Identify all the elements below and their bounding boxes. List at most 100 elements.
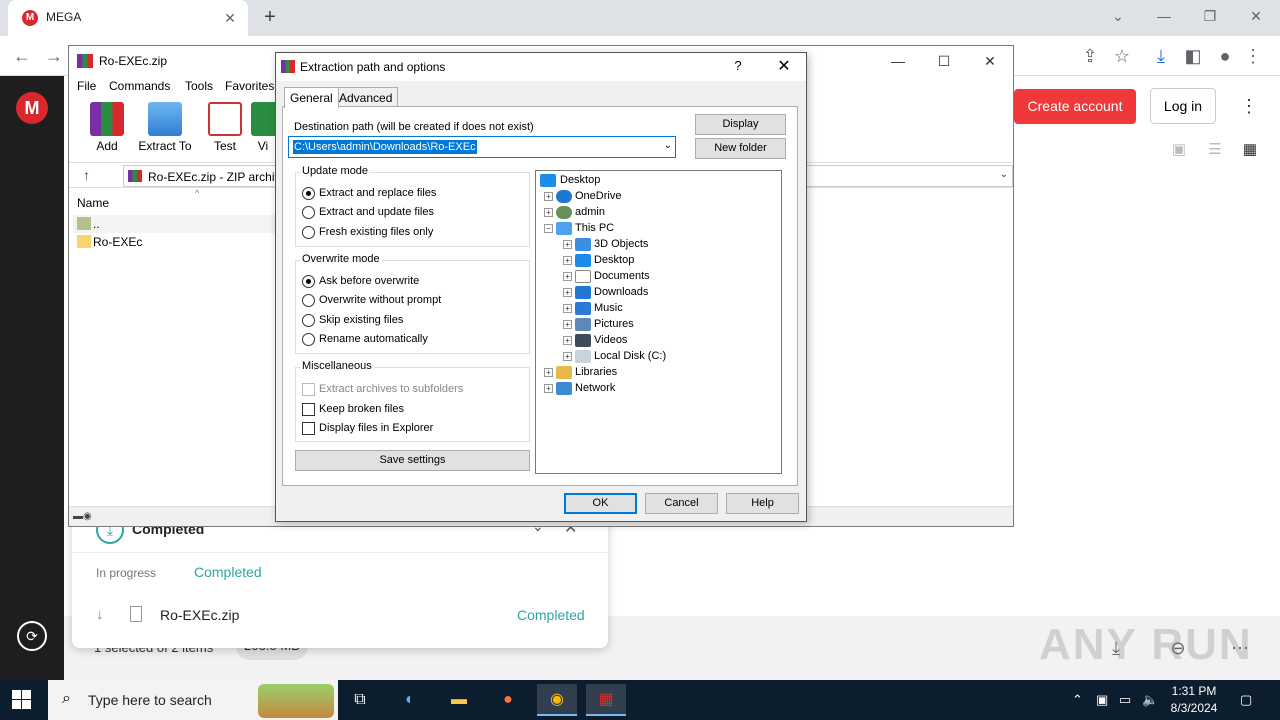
destination-path-value: C:\Users\admin\Downloads\Ro-EXEc bbox=[293, 140, 477, 154]
create-account-button[interactable]: Create account bbox=[1014, 89, 1136, 124]
forward-icon[interactable]: → bbox=[42, 44, 66, 68]
save-settings-button[interactable]: Save settings bbox=[295, 450, 530, 471]
windows-logo-icon bbox=[12, 690, 21, 699]
side-panel-icon[interactable]: ◧ bbox=[1181, 44, 1205, 68]
menu-commands[interactable]: Commands bbox=[109, 79, 170, 93]
up-arrow-icon[interactable]: ↑ bbox=[83, 167, 90, 183]
update-mode-title: Update mode bbox=[300, 165, 371, 177]
chevron-down-icon[interactable]: ⌄ bbox=[664, 140, 672, 151]
destination-path-input[interactable]: C:\Users\admin\Downloads\Ro-EXEc ⌄ bbox=[288, 136, 676, 158]
option-label: Fresh existing files only bbox=[319, 226, 434, 238]
mega-logo[interactable]: M bbox=[16, 92, 48, 124]
tray-network-icon[interactable]: ▣ bbox=[1096, 692, 1108, 708]
expand-icon[interactable]: + bbox=[544, 208, 553, 217]
file-row-folder[interactable]: Ro-EXEc bbox=[73, 233, 279, 251]
expand-icon[interactable]: + bbox=[563, 320, 572, 329]
folder-tree[interactable]: Desktop + OneDrive + admin − This PC + 3… bbox=[535, 170, 782, 474]
extract-to-button[interactable]: Extract To bbox=[135, 98, 195, 158]
tray-display-icon[interactable]: ▭ bbox=[1119, 692, 1131, 708]
tab-advanced[interactable]: Advanced bbox=[333, 87, 399, 107]
expand-icon[interactable]: + bbox=[544, 384, 553, 393]
tray-chevron-icon[interactable]: ⌃ bbox=[1072, 692, 1083, 708]
edge-icon[interactable]: ◐ bbox=[390, 684, 430, 716]
dialog-title: Extraction path and options bbox=[300, 60, 446, 74]
expand-icon[interactable]: + bbox=[563, 304, 572, 313]
restore-icon[interactable]: ❐ bbox=[1196, 4, 1224, 28]
menu-icon[interactable]: ⋮ bbox=[1241, 44, 1265, 68]
test-button[interactable]: Test bbox=[195, 98, 255, 158]
footer-download-icon[interactable]: ⤓ bbox=[1102, 634, 1130, 662]
taskbar-search[interactable]: ⌕ Type here to search bbox=[48, 680, 338, 720]
expand-icon[interactable]: + bbox=[563, 256, 572, 265]
cancel-button[interactable]: Cancel bbox=[645, 493, 718, 514]
minimize-icon[interactable]: — bbox=[883, 51, 913, 71]
display-button[interactable]: Display bbox=[695, 114, 786, 135]
menu-tools[interactable]: Tools bbox=[185, 79, 213, 93]
tab-general[interactable]: General bbox=[284, 87, 339, 108]
share-icon[interactable]: ⇪ bbox=[1078, 44, 1102, 68]
clock-date: 8/3/2024 bbox=[1170, 701, 1218, 715]
chevron-down-icon[interactable]: ⌄ bbox=[1000, 169, 1008, 180]
expand-icon[interactable]: + bbox=[544, 192, 553, 201]
file-row-parent[interactable]: .. bbox=[73, 215, 279, 233]
add-button[interactable]: Add bbox=[77, 98, 137, 158]
help-icon[interactable]: ? bbox=[730, 58, 746, 76]
option-label: Extract and replace files bbox=[319, 187, 437, 199]
ok-button[interactable]: OK bbox=[564, 493, 637, 514]
mega-sync-icon[interactable]: ⟳ bbox=[17, 621, 47, 651]
close-icon[interactable]: ✕ bbox=[975, 51, 1005, 71]
expand-icon[interactable]: + bbox=[544, 368, 553, 377]
login-button[interactable]: Log in bbox=[1150, 88, 1216, 124]
checkbox-disabled bbox=[302, 383, 315, 396]
tree-label: admin bbox=[575, 206, 605, 218]
view-button[interactable]: Vi bbox=[251, 98, 275, 158]
collapse-icon[interactable]: − bbox=[544, 224, 553, 233]
maximize-icon[interactable]: ☐ bbox=[929, 51, 959, 71]
close-tab-icon[interactable]: ✕ bbox=[220, 8, 240, 28]
list-view-icon[interactable]: ☰ bbox=[1205, 140, 1225, 160]
tab-completed[interactable]: Completed bbox=[194, 564, 262, 580]
menu-file[interactable]: File bbox=[77, 79, 96, 93]
close-icon[interactable]: ✕ bbox=[774, 56, 794, 76]
option-label: Rename automatically bbox=[319, 333, 428, 345]
new-tab-button[interactable]: + bbox=[258, 6, 282, 30]
tab-in-progress[interactable]: In progress bbox=[96, 566, 156, 580]
bookmark-star-icon[interactable]: ☆ bbox=[1110, 44, 1134, 68]
column-name[interactable]: Name bbox=[77, 196, 109, 210]
new-folder-button[interactable]: New folder bbox=[695, 138, 786, 159]
chrome-icon[interactable]: ◉ bbox=[537, 684, 577, 716]
file-explorer-icon[interactable]: ▬ bbox=[439, 684, 479, 716]
archive-icon bbox=[128, 170, 142, 182]
volume-icon[interactable]: 🔈 bbox=[1142, 692, 1158, 708]
tree-label: OneDrive bbox=[575, 190, 622, 202]
mega-menu-icon[interactable]: ⋮ bbox=[1240, 96, 1258, 120]
task-view-icon[interactable]: ⧉ bbox=[340, 684, 380, 716]
start-button[interactable] bbox=[12, 690, 32, 710]
minimize-icon[interactable]: — bbox=[1150, 4, 1178, 28]
back-icon[interactable]: ← bbox=[10, 44, 34, 68]
close-window-icon[interactable]: ✕ bbox=[1242, 4, 1270, 28]
profile-icon[interactable]: ● bbox=[1213, 44, 1237, 68]
winrar-taskbar-icon[interactable]: ▦ bbox=[586, 684, 626, 716]
footer-link-icon[interactable]: ⊖ bbox=[1164, 634, 1192, 662]
footer-more-icon[interactable]: ⋯ bbox=[1226, 634, 1254, 662]
grid-view-icon[interactable]: ▦ bbox=[1240, 140, 1260, 160]
divider bbox=[72, 552, 608, 553]
download-icon[interactable]: ⤓ bbox=[1149, 44, 1173, 68]
expand-icon[interactable]: + bbox=[563, 240, 572, 249]
firefox-icon[interactable]: ● bbox=[488, 684, 528, 716]
film-icon bbox=[575, 334, 591, 347]
expand-icon[interactable]: + bbox=[563, 272, 572, 281]
archive-path-text: Ro-EXEc.zip - ZIP archive bbox=[148, 170, 288, 184]
thumbnail-view-icon[interactable]: ▣ bbox=[1169, 140, 1189, 160]
tree-label: Local Disk (C:) bbox=[594, 350, 667, 362]
tab-mega[interactable]: M MEGA ✕ bbox=[8, 0, 248, 36]
expand-icon[interactable]: + bbox=[563, 336, 572, 345]
notification-icon[interactable]: ▢ bbox=[1240, 692, 1252, 708]
expand-icon[interactable]: + bbox=[563, 288, 572, 297]
menu-favorites[interactable]: Favorites bbox=[225, 79, 274, 93]
taskbar-clock[interactable]: 1:31 PM 8/3/2024 bbox=[1166, 683, 1222, 717]
expand-icon[interactable]: + bbox=[563, 352, 572, 361]
tab-search-icon[interactable]: ⌄ bbox=[1104, 4, 1132, 28]
help-button[interactable]: Help bbox=[726, 493, 799, 514]
